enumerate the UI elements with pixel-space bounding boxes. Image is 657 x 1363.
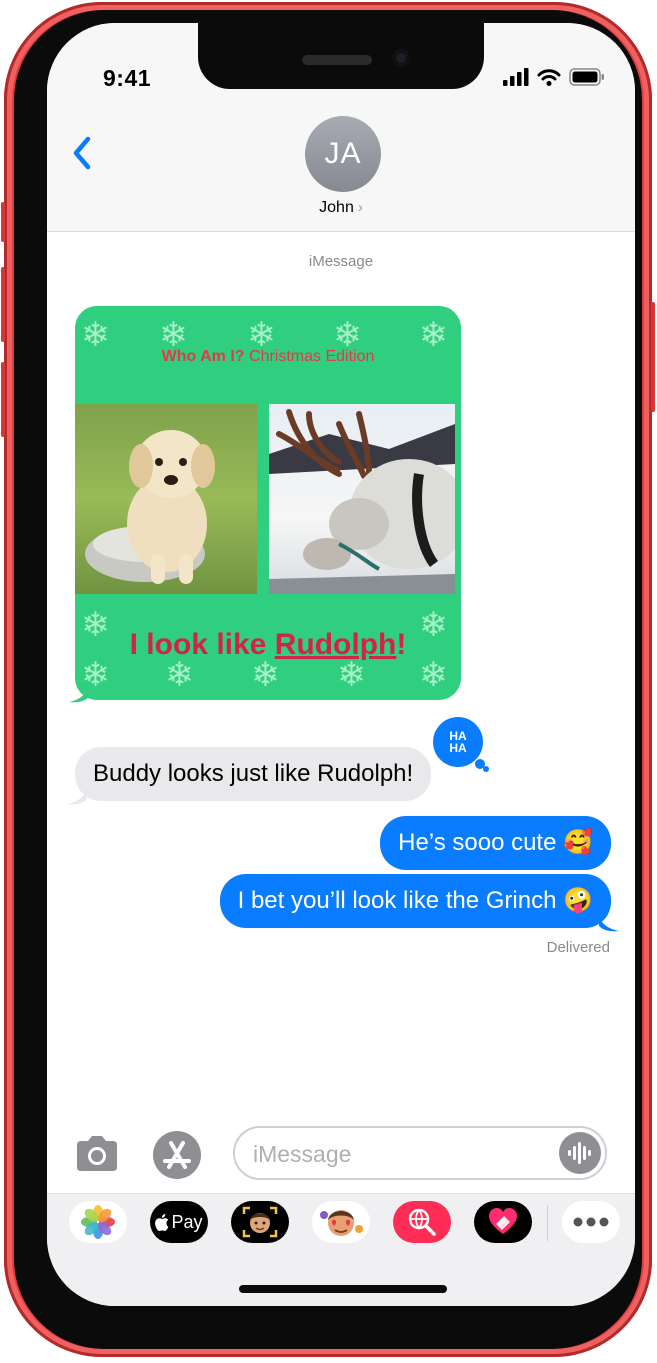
card-caption-link: Rudolph [274,628,397,661]
puppy-photo [75,404,257,594]
volume-up-button [1,267,5,342]
home-indicator[interactable] [239,1285,447,1293]
photos-app[interactable] [69,1201,127,1243]
apple-pay-label: Pay [171,1211,203,1232]
wifi-icon [537,69,561,86]
snowflake-icon: ❄ [251,656,280,694]
message-text: I bet you’ll look like the Grinch 🤪 [237,887,593,914]
contact-avatar[interactable]: JA [305,116,381,192]
more-apps[interactable] [562,1201,620,1243]
memoji-app[interactable] [231,1201,289,1243]
power-button [651,302,655,412]
game-card-message[interactable]: ❄ ❄ ❄ ❄ ❄ ❄ ❄ ❄ ❄ ❄ ❄ ❄ Who Am I? Christ… [75,306,461,700]
image-search-app[interactable] [393,1201,451,1243]
volume-down-button [1,362,5,437]
outgoing-message-bubble[interactable]: He’s sooo cute 🥰 [380,816,611,870]
bubble-tail [67,789,87,805]
app-store-icon [163,1141,191,1169]
memoji-stickers-app[interactable] [312,1201,370,1243]
delivery-status: Delivered [546,939,610,956]
card-caption-prefix: I look like [129,628,275,661]
service-label: iMessage [308,253,374,270]
card-caption: I look like Rudolph! [75,628,461,662]
photos-icon [81,1205,115,1239]
apple-logo-icon [155,1213,169,1231]
snowflake-icon: ❄ [159,316,188,354]
message-text: Buddy looks just like Rudolph! [93,760,414,787]
snowflake-icon: ❄ [419,316,448,354]
reindeer-photo [269,404,455,594]
camera-icon[interactable] [73,1135,121,1173]
cellular-signal-icon [503,68,529,86]
phone-frame: JA John › 9:41 iMessage ❄ ❄ ❄ ❄ ❄ ❄ ❄ ❄ … [1,2,655,1357]
chevron-right-icon: › [357,199,363,216]
snowflake-icon: ❄ [81,316,110,354]
drawer-divider [547,1205,548,1241]
waveform-icon [568,1142,591,1164]
side-button [1,202,5,242]
snowflake-icon: ❄ [333,316,362,354]
outgoing-message-bubble[interactable]: I bet you’ll look like the Grinch 🤪 [219,874,611,928]
message-input-placeholder: iMessage [253,1141,352,1167]
memoji-icon [242,1206,278,1238]
speaker-grille [302,55,372,65]
avatar-initials: JA [324,137,362,170]
tapback-dot [483,766,489,772]
apple-pay-app[interactable]: Pay [150,1201,208,1243]
audio-message-button[interactable] [559,1132,601,1174]
battery-icon [569,68,604,86]
more-icon [573,1217,609,1227]
snowflake-icon: ❄ [337,656,366,694]
message-input[interactable]: iMessage [233,1126,607,1180]
snowflake-icon: ❄ [81,656,110,694]
tapback-line2: HA [449,741,467,755]
memoji-stickers-icon [320,1210,363,1236]
notch [198,23,484,89]
snowflake-icon: ❄ [419,656,448,694]
contact-name: John [319,199,354,216]
card-title: Who Am I? Christmas Edition [75,348,461,366]
back-chevron-icon[interactable] [69,133,95,173]
heart-touch-icon [489,1208,517,1234]
card-title-bold: Who Am I? [161,348,245,365]
contact-name-button[interactable]: John › [47,199,635,217]
front-camera [392,49,410,67]
screen: JA John › 9:41 iMessage ❄ ❄ ❄ ❄ ❄ ❄ ❄ ❄ … [47,23,635,1306]
snowflake-icon: ❄ [165,656,194,694]
status-icons [503,67,605,87]
card-caption-suffix: ! [396,628,407,661]
app-store-button[interactable] [153,1131,201,1179]
card-title-rest: Christmas Edition [244,348,375,365]
globe-search-icon [408,1208,436,1236]
status-time: 9:41 [103,65,152,91]
phone-bezel: JA John › 9:41 iMessage ❄ ❄ ❄ ❄ ❄ ❄ ❄ ❄ … [14,10,642,1349]
snowflake-icon: ❄ [247,316,276,354]
digital-touch-app[interactable] [474,1201,532,1243]
incoming-message-bubble[interactable]: Buddy looks just like Rudolph! [75,747,432,801]
bubble-tail [599,916,619,932]
message-text: He’s sooo cute 🥰 [398,829,593,856]
